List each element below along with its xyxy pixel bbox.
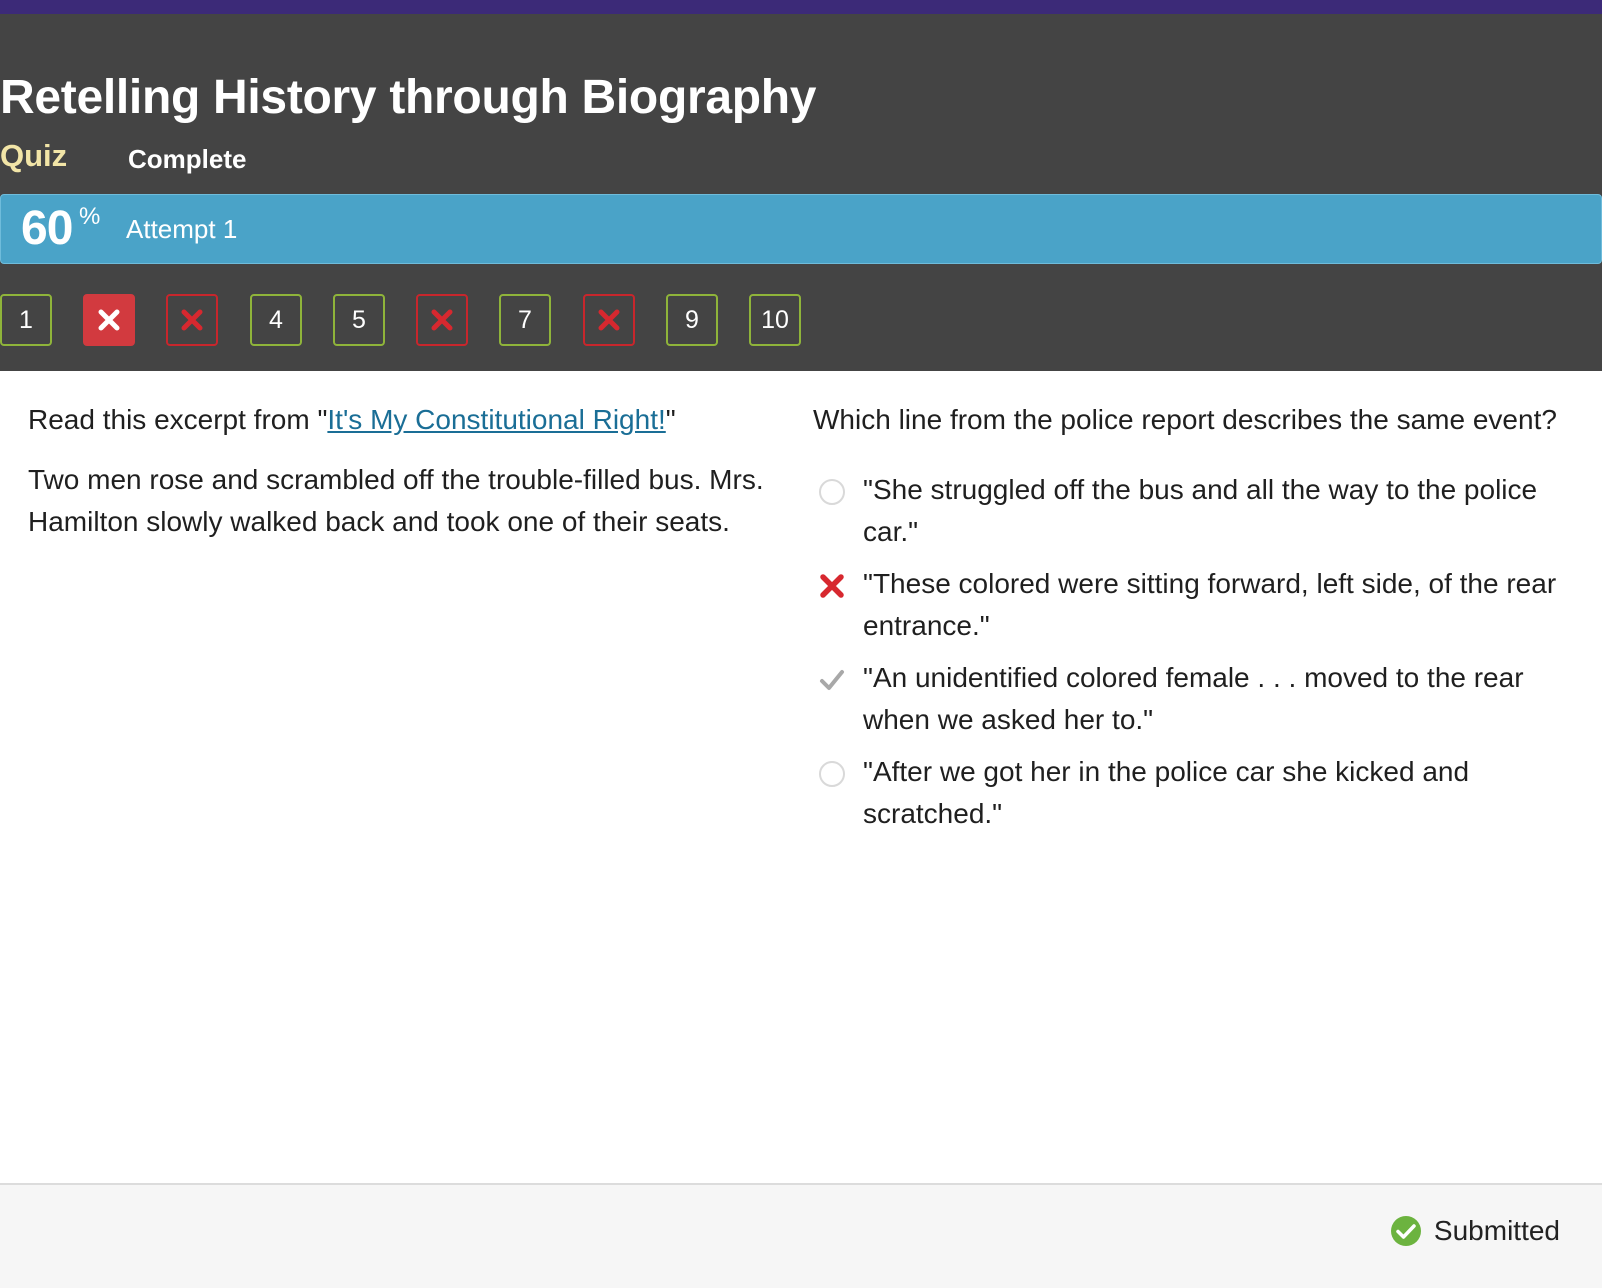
passage-intro: Read this excerpt from "It's My Constitu… — [28, 399, 780, 441]
radio-icon[interactable] — [819, 479, 845, 505]
answer-option-1[interactable]: "She struggled off the bus and all the w… — [813, 469, 1573, 553]
question-number: 10 — [761, 305, 789, 334]
activity-type-label: Quiz — [0, 138, 68, 173]
x-icon — [820, 574, 844, 598]
score-bar: 60 % Attempt 1 — [0, 194, 1602, 264]
question-nav-8[interactable] — [583, 294, 635, 346]
answer-option-text: "She struggled off the bus and all the w… — [863, 474, 1538, 547]
passage-excerpt: Two men rose and scrambled off the troub… — [28, 464, 764, 537]
answer-option-text: "After we got her in the police car she … — [863, 756, 1470, 829]
x-icon — [181, 309, 203, 331]
check-circle-icon — [1390, 1216, 1421, 1246]
question-nav-5[interactable]: 5 — [333, 294, 385, 346]
question-number: 1 — [19, 305, 33, 334]
attempt-label: Attempt 1 — [126, 214, 238, 244]
passage-panel: Read this excerpt from "It's My Constitu… — [28, 399, 780, 543]
question-nav-4[interactable]: 4 — [250, 294, 302, 346]
x-icon — [98, 309, 120, 331]
radio-icon[interactable] — [819, 761, 845, 787]
question-nav-1[interactable]: 1 — [0, 294, 52, 346]
question-number: 5 — [352, 305, 366, 334]
source-link[interactable]: It's My Constitutional Right! — [327, 404, 665, 435]
question-number: 4 — [269, 305, 283, 334]
passage-intro-closing-quote: " — [665, 404, 676, 435]
submitted-label: Submitted — [1433, 1215, 1560, 1246]
footer-bar: Submitted — [0, 1183, 1602, 1288]
question-nav-9[interactable]: 9 — [666, 294, 718, 346]
question-number: 7 — [518, 305, 532, 334]
question-nav-6[interactable] — [416, 294, 468, 346]
answer-option-2[interactable]: "These colored were sitting forward, lef… — [813, 563, 1573, 647]
answer-options: "She struggled off the bus and all the w… — [813, 469, 1573, 835]
question-nav-3[interactable] — [166, 294, 218, 346]
question-prompt: Which line from the police report descri… — [813, 404, 1557, 435]
question-nav-10[interactable]: 10 — [749, 294, 801, 346]
answer-option-4[interactable]: "After we got her in the police car she … — [813, 751, 1573, 835]
x-icon — [431, 309, 453, 331]
answer-option-text: "An unidentified colored female . . . mo… — [863, 662, 1524, 735]
completion-status-label: Complete — [128, 144, 247, 174]
passage-intro-text: Read this excerpt from " — [28, 404, 328, 435]
page-title: Retelling History through Biography — [0, 71, 817, 124]
submission-status: Submitted — [1390, 1215, 1560, 1247]
quiz-header: Retelling History through Biography Quiz… — [0, 14, 1602, 371]
checkmark-icon — [820, 670, 844, 690]
x-icon — [598, 309, 620, 331]
score-percent-sign: % — [79, 203, 101, 230]
question-nav-7[interactable]: 7 — [499, 294, 551, 346]
score-value: 60 — [21, 202, 73, 255]
question-content: Read this excerpt from "It's My Constitu… — [0, 371, 1602, 1183]
question-nav-2[interactable] — [83, 294, 135, 346]
question-panel: Which line from the police report descri… — [813, 399, 1573, 845]
question-number: 9 — [685, 305, 699, 334]
answer-option-3[interactable]: "An unidentified colored female . . . mo… — [813, 657, 1573, 741]
top-accent-bar — [0, 0, 1602, 14]
answer-option-text: "These colored were sitting forward, lef… — [863, 568, 1557, 641]
